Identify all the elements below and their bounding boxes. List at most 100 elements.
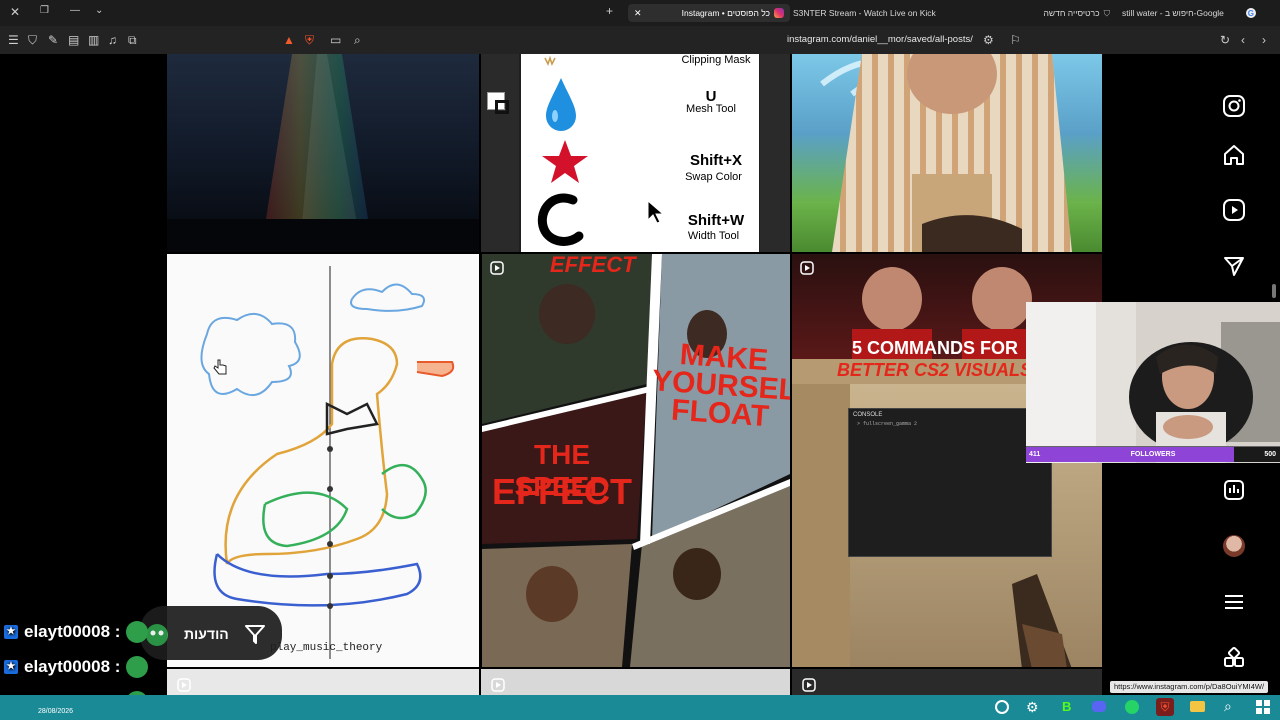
instagram-favicon-icon xyxy=(774,8,784,18)
tab-new-tab[interactable]: כרטיסייה חדשה ⛉ xyxy=(1035,4,1110,22)
post-tile-vfx-effects[interactable]: EFFECT MAKE YOURSELF FLOAT THE SPEED EFF… xyxy=(482,254,790,667)
rifle-icon xyxy=(1012,574,1072,667)
profile-avatar[interactable] xyxy=(1218,530,1250,562)
browser-tab-bar: ✕ ❐ — ⌄ + ✕ Instagram • כל הפוסטים S3NTE… xyxy=(0,0,1280,26)
restore-window-icon[interactable]: ❐ xyxy=(40,5,49,16)
follower-goal-bar: 411 FOLLOWERS 500 xyxy=(1026,446,1280,462)
chevron-down-icon[interactable]: ⌄ xyxy=(95,5,103,16)
browser-toolbar: ☰ ⛉ ✎ ▤ ▥ ♫ ⧉ ▲ ⛨ ▭ ⌕ instagram.com/dani… xyxy=(0,26,1280,54)
tab-kick[interactable]: S3NTER Stream - Watch Live on Kick xyxy=(793,4,943,22)
address-bar[interactable]: instagram.com/daniel__mor/saved/all-post… xyxy=(787,34,973,45)
shortcut-name: Clipping Mask xyxy=(681,54,751,66)
post-thumbnail xyxy=(820,54,1072,252)
reels-icon[interactable] xyxy=(1218,194,1250,226)
insights-icon[interactable] xyxy=(1218,474,1250,506)
shield-icon[interactable]: ⛉ xyxy=(28,33,37,48)
vfx-title-top: EFFECT xyxy=(550,254,636,277)
water-drop-icon xyxy=(546,78,576,131)
more-menu-icon[interactable] xyxy=(1218,586,1250,618)
puzzle-icon[interactable]: ⧉ xyxy=(128,33,137,48)
tab-title: still water - חיפוש ב-Google xyxy=(1122,8,1224,18)
reel-icon xyxy=(802,678,816,692)
chat-message: ★ elayt00008 : xyxy=(4,655,149,679)
extensions-icon[interactable]: ✎ xyxy=(48,33,58,47)
mouse-cursor-icon xyxy=(647,200,665,224)
reload-icon[interactable]: ↻ xyxy=(1220,33,1230,47)
menu-icon[interactable]: ☰ xyxy=(8,33,19,47)
streamer-webcam xyxy=(1026,302,1280,463)
tool-panel xyxy=(481,54,519,252)
music-icon[interactable]: ♫ xyxy=(108,33,117,47)
link-status-tooltip: https://www.instagram.com/p/Da8OuiYMI4W/ xyxy=(1110,681,1269,693)
tab-title: S3NTER Stream - Watch Live on Kick xyxy=(793,8,936,18)
post-thumbnail xyxy=(167,54,479,252)
whatsapp-icon[interactable] xyxy=(1125,700,1139,714)
windows-taskbar: 28/08/2026 ⚙ B ⛨ ⌕ xyxy=(0,695,1280,720)
width-tool-icon xyxy=(537,193,584,246)
sidebar-icon[interactable]: ▥ xyxy=(88,33,99,47)
tab-instagram[interactable]: ✕ Instagram • כל הפוסטים xyxy=(628,4,790,22)
back-icon[interactable]: ‹ xyxy=(1241,33,1245,47)
filter-icon xyxy=(245,625,265,644)
post-tile-water-splash[interactable] xyxy=(792,54,1102,252)
notifications-label: הודעות xyxy=(184,626,229,642)
chat-username: elayt00008 : xyxy=(24,622,121,641)
minimize-window-icon[interactable]: — xyxy=(70,5,80,16)
chat-message: ★ elayt00008 : xyxy=(4,620,149,644)
scrollbar-thumb[interactable] xyxy=(1272,284,1276,298)
taskbar-date: 28/08/2026 xyxy=(38,708,74,715)
emote-icon xyxy=(126,656,149,678)
reel-icon xyxy=(491,678,505,692)
obs-icon[interactable] xyxy=(995,700,1009,714)
brave-shield-icon[interactable]: ⛨ xyxy=(305,33,314,48)
properties-panel xyxy=(760,54,790,252)
alert-icon[interactable]: ▲ xyxy=(283,33,295,47)
google-favicon-icon: G xyxy=(1245,8,1256,18)
vfx-title-left-2: EFFECT xyxy=(492,471,632,512)
post-tile-row3-1[interactable] xyxy=(167,669,479,695)
file-explorer-icon[interactable] xyxy=(1190,701,1205,712)
also-from-meta-icon[interactable] xyxy=(1218,642,1250,674)
shortcut-name: Width Tool xyxy=(687,230,740,242)
new-tab-icon[interactable]: + xyxy=(606,4,613,18)
forward-icon[interactable]: › xyxy=(1262,33,1266,47)
steam-icon[interactable]: ⚙ xyxy=(1026,699,1039,716)
tab-google[interactable]: still water - חיפוש ב-Google G xyxy=(1122,4,1272,22)
brave-taskbar-icon[interactable]: ⛨ xyxy=(1156,698,1174,716)
notifications-pill[interactable]: הודעות xyxy=(140,606,282,660)
send-icon[interactable] xyxy=(1218,250,1250,282)
clipping-mask-icon xyxy=(544,55,556,66)
shortcut-key: Shift+W xyxy=(687,212,745,229)
home-icon[interactable] xyxy=(1218,139,1250,171)
follower-goal-label: FOLLOWERS xyxy=(1130,451,1176,458)
instagram-logo-icon[interactable] xyxy=(1218,90,1250,122)
tab-title: כרטיסייה חדשה xyxy=(1043,8,1100,18)
bookmark-icon[interactable]: ⚐ xyxy=(1010,33,1021,47)
search-icon[interactable]: ⌕ xyxy=(354,33,361,48)
reel-icon xyxy=(177,678,191,692)
console-line: > fullscreen_gamma 2 xyxy=(857,421,918,427)
cs2-title-2: BETTER CS2 VISUALS xyxy=(837,360,1033,380)
tabs-icon[interactable]: ▤ xyxy=(68,33,79,47)
search-taskbar-icon[interactable]: ⌕ xyxy=(1224,698,1232,715)
reel-icon xyxy=(800,261,814,275)
console-title: CONSOLE xyxy=(853,412,883,418)
windows-start-icon[interactable] xyxy=(1256,700,1270,714)
post-tile-row3-2[interactable] xyxy=(481,669,790,695)
shortcut-card: Clipping Mask U Mesh Tool Shift+X Swap C… xyxy=(521,54,759,252)
close-window-icon[interactable]: ✕ xyxy=(10,5,20,19)
shield-favicon-icon: ⛉ xyxy=(1103,7,1110,18)
site-settings-icon[interactable]: ⚙ xyxy=(983,33,994,47)
follower-goal-max: 500 xyxy=(1264,451,1276,458)
post-tile-illustrator-shortcuts[interactable]: Clipping Mask U Mesh Tool Shift+X Swap C… xyxy=(481,54,790,252)
post-caption: play_music_theory xyxy=(270,642,383,654)
close-tab-icon[interactable]: ✕ xyxy=(634,8,642,19)
post-tile-row3-3[interactable] xyxy=(792,669,1102,695)
discord-icon[interactable] xyxy=(1092,701,1106,712)
cast-icon[interactable]: ▭ xyxy=(330,33,341,47)
shortcut-name: Mesh Tool xyxy=(686,103,736,115)
reel-icon xyxy=(490,261,504,275)
cs2-title-1: 5 COMMANDS FOR xyxy=(852,338,1018,358)
kick-app-icon[interactable]: B xyxy=(1062,699,1071,714)
post-tile-light-rays[interactable] xyxy=(167,54,479,252)
